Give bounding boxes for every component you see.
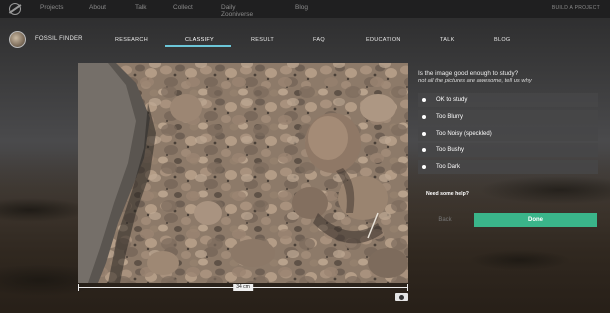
answer-too-blurry[interactable]: Too Blurry [418,109,598,124]
site-nav-collect[interactable]: Collect [173,4,193,11]
scale-tick-left [78,284,79,291]
answer-label: Too Bushy [436,147,465,154]
answer-ok-to-study[interactable]: OK to study [418,93,598,107]
zooniverse-logo-icon[interactable] [9,3,21,15]
scale-tick-right [407,284,408,291]
tab-education[interactable]: EDUCATION [366,37,401,43]
info-icon[interactable] [395,293,408,301]
answer-label: Too Noisy (speckled) [436,130,492,137]
answer-label: OK to study [436,97,468,103]
scale-bar: 34 cm [78,284,408,292]
tab-blog[interactable]: BLOG [494,37,510,43]
site-nav-talk[interactable]: Talk [135,4,147,11]
project-title[interactable]: FOSSIL FINDER [35,36,83,42]
subject-image[interactable] [78,63,408,283]
task-question: Is the image good enough to study? [418,70,519,77]
site-nav-about[interactable]: About [89,4,106,11]
site-topbar: Projects About Talk Collect Daily Zooniv… [0,0,610,18]
radio-icon [422,148,426,153]
help-link[interactable]: Need some help? [426,191,469,197]
answer-label: Too Blurry [436,113,464,120]
tab-talk[interactable]: TALK [440,37,455,43]
radio-icon [422,131,426,136]
answer-too-noisy[interactable]: Too Noisy (speckled) [418,126,598,141]
task-subtitle: not all the pictures are awesome, tell u… [418,78,532,84]
back-button[interactable]: Back [418,213,472,227]
active-tab-indicator [165,45,231,47]
answer-list: OK to study Too Blurry Too Noisy (speckl… [418,93,598,177]
tab-result[interactable]: RESULT [251,37,274,43]
tab-classify[interactable]: CLASSIFY [185,37,214,43]
radio-icon [422,165,426,170]
eye-icon [399,294,404,300]
site-nav-daily-zooniverse[interactable]: Daily Zooniverse [221,4,253,18]
scale-label: 34 cm [233,284,253,291]
build-project-link[interactable]: BUILD A PROJECT [552,5,600,11]
tab-faq[interactable]: FAQ [313,37,325,43]
done-button[interactable]: Done [474,213,597,227]
radio-icon [422,114,426,119]
answer-too-bushy[interactable]: Too Bushy [418,143,598,158]
project-avatar[interactable] [9,31,26,48]
site-nav-projects[interactable]: Projects [40,4,63,11]
site-nav-blog[interactable]: Blog [295,4,308,11]
answer-too-dark[interactable]: Too Dark [418,160,598,175]
rock-ground-image [78,63,408,283]
tab-research[interactable]: RESEARCH [115,37,148,43]
radio-icon [422,98,426,102]
answer-label: Too Dark [436,164,461,171]
